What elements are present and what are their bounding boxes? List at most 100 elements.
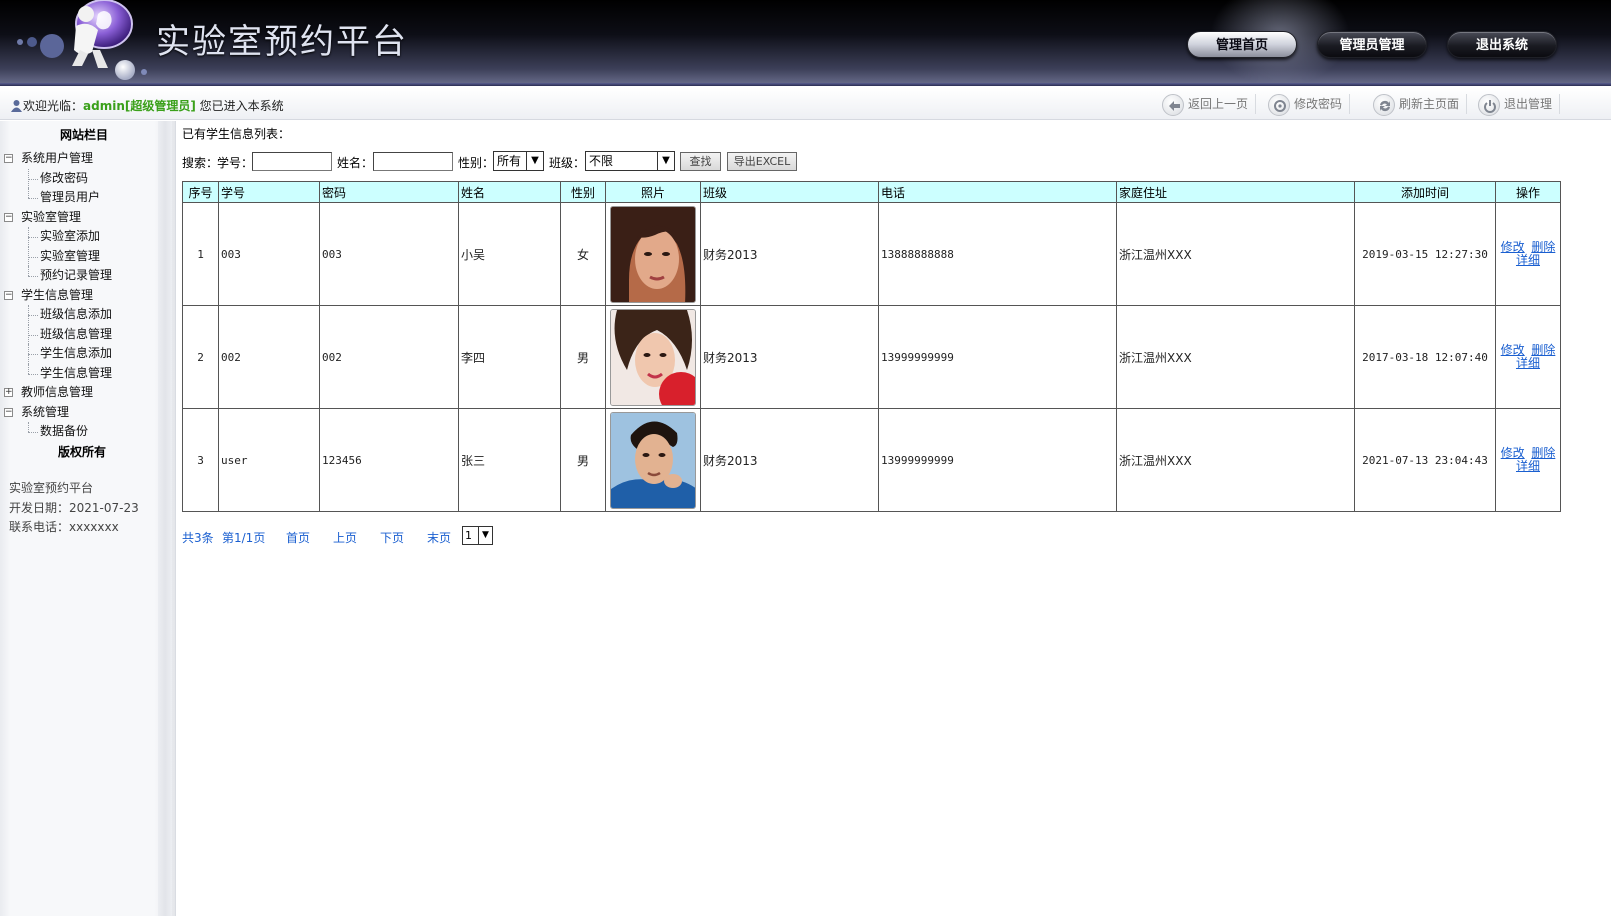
tree-item-admin-users[interactable]: 管理员用户 [4, 188, 112, 208]
expand-icon[interactable]: + [4, 388, 13, 397]
sidebar-splitter[interactable] [158, 121, 172, 916]
cell-name: 小吴 [458, 202, 561, 306]
welcome-prefix: 欢迎光临： [23, 99, 84, 113]
nav-admin-manage-button[interactable]: 管理员管理 [1317, 31, 1427, 58]
cell-phone: 13999999999 [878, 408, 1117, 512]
tree-item-lab-add[interactable]: 实验室添加 [4, 227, 112, 247]
cell-photo [605, 202, 701, 306]
nav-home-button[interactable]: 管理首页 [1187, 31, 1297, 58]
cell-photo [605, 408, 701, 512]
tree-group-system-users[interactable]: − 系统用户管理 [4, 149, 112, 169]
refresh-icon [1373, 93, 1395, 116]
collapse-icon[interactable]: − [4, 407, 13, 417]
sidebar: 网站栏目 − 系统用户管理 修改密码 管理员用户 − 实验室管理 实验室添加 实验室… [0, 121, 176, 916]
col-header-address: 家庭住址 [1116, 181, 1355, 203]
list-title: 已有学生信息列表： [182, 127, 291, 141]
student-no-label: 学号： [217, 156, 254, 170]
power-icon [1478, 93, 1500, 116]
tree-item-student-manage[interactable]: 学生信息管理 [4, 363, 112, 384]
cell-index: 2 [182, 305, 219, 409]
cell-address: 浙江温州XXX [1116, 202, 1355, 306]
app-logo [17, 0, 147, 80]
welcome-suffix: 您已进入本系统 [195, 99, 284, 113]
nav-logout-button[interactable]: 退出系统 [1447, 31, 1557, 58]
pager-last-link[interactable]: 末页 [427, 529, 451, 546]
cell-password: 123456 [319, 408, 459, 512]
tree-item-data-backup[interactable]: 数据备份 [4, 422, 112, 442]
col-header-gender: 性别 [560, 181, 606, 203]
pager-prev-link[interactable]: 上页 [333, 529, 357, 546]
cell-actions: 修改 删除 详细 [1495, 202, 1561, 306]
nav-tree: − 系统用户管理 修改密码 管理员用户 − 实验室管理 实验室添加 实验室管理 预约… [4, 149, 112, 442]
student-no-input[interactable] [252, 152, 332, 171]
cell-name: 张三 [458, 408, 561, 512]
change-password-label: 修改密码 [1294, 97, 1343, 111]
col-header-class: 班级 [700, 181, 879, 203]
edit-link[interactable]: 修改 [1501, 343, 1525, 357]
tree-item-change-password[interactable]: 修改密码 [4, 168, 112, 188]
header-divider [0, 83, 1611, 86]
header-banner: 实验室预约平台 管理首页 管理员管理 退出系统 [0, 0, 1611, 86]
current-user: admin[超级管理员] [83, 99, 196, 113]
col-header-added-time: 添加时间 [1354, 181, 1496, 203]
pager-next-link[interactable]: 下页 [380, 529, 404, 546]
sidebar-title: 网站栏目 [59, 128, 108, 142]
detail-link[interactable]: 详细 [1516, 459, 1540, 473]
refresh-main-button[interactable]: 刷新主页面 [1373, 92, 1468, 116]
gender-select[interactable]: 所有 ▼ [493, 151, 544, 171]
cell-added-time: 2021-07-13 23:04:43 [1354, 408, 1496, 512]
cell-student-no: 002 [218, 305, 320, 409]
student-photo [610, 308, 696, 406]
cell-photo [605, 305, 701, 409]
chevron-down-icon: ▼ [657, 152, 674, 170]
back-button[interactable]: 返回上一页 [1162, 92, 1257, 116]
site-info: 实验室预约平台 开发日期：2021-07-23 联系电话：xxxxxxx [9, 479, 139, 538]
collapse-icon[interactable]: − [4, 290, 13, 300]
delete-link[interactable]: 删除 [1531, 240, 1555, 254]
pager-current: 第1/1页 [222, 531, 266, 545]
col-header-phone: 电话 [878, 181, 1117, 203]
chevron-down-icon: ▼ [478, 527, 492, 544]
cell-password: 002 [319, 305, 459, 409]
cell-gender: 男 [560, 305, 606, 409]
edit-link[interactable]: 修改 [1501, 446, 1525, 460]
cell-added-time: 2019-03-15 12:27:30 [1354, 202, 1496, 306]
collapse-icon[interactable]: − [4, 212, 13, 222]
export-excel-button[interactable]: 导出EXCEL [727, 152, 797, 171]
class-select[interactable]: 不限 ▼ [585, 151, 675, 171]
exit-admin-button[interactable]: 退出管理 [1478, 92, 1561, 116]
pager-first-link[interactable]: 首页 [286, 529, 310, 546]
delete-link[interactable]: 删除 [1531, 343, 1555, 357]
tree-item-student-add[interactable]: 学生信息添加 [4, 344, 112, 364]
col-header-student-no: 学号 [218, 181, 320, 203]
table-header-row: 序号 学号 密码 姓名 性别 照片 班级 电话 家庭住址 添加时间 操作 [182, 181, 1561, 203]
cell-added-time: 2017-03-18 12:07:40 [1354, 305, 1496, 409]
edit-link[interactable]: 修改 [1501, 240, 1525, 254]
table-row: 3 user 123456 张三 男 财务2013 13999999999 浙江… [182, 408, 1561, 512]
search-button[interactable]: 查找 [680, 152, 721, 171]
detail-link[interactable]: 详细 [1516, 253, 1540, 267]
cell-student-no: 003 [218, 202, 320, 306]
cell-gender: 女 [560, 202, 606, 306]
detail-link[interactable]: 详细 [1516, 356, 1540, 370]
col-header-photo: 照片 [605, 181, 701, 203]
change-password-button[interactable]: 修改密码 [1268, 92, 1351, 116]
site-info-name: 实验室预约平台 [9, 481, 94, 495]
tree-group-student-info[interactable]: − 学生信息管理 [4, 286, 112, 306]
delete-link[interactable]: 删除 [1531, 446, 1555, 460]
back-arrow-icon [1162, 93, 1184, 116]
tree-item-class-add[interactable]: 班级信息添加 [4, 305, 112, 325]
user-icon [11, 100, 22, 112]
collapse-icon[interactable]: − [4, 154, 13, 163]
name-input[interactable] [373, 152, 453, 171]
tree-item-booking-records[interactable]: 预约记录管理 [4, 266, 112, 286]
tree-item-lab-manage[interactable]: 实验室管理 [4, 246, 112, 266]
col-header-name: 姓名 [458, 181, 561, 203]
student-photo [610, 205, 696, 303]
tree-group-system-manage[interactable]: − 系统管理 [4, 403, 112, 423]
cell-actions: 修改 删除 详细 [1495, 408, 1561, 512]
tree-group-teacher-info[interactable]: + 教师信息管理 [4, 383, 112, 403]
tree-item-class-manage[interactable]: 班级信息管理 [4, 324, 112, 344]
tree-group-lab-manage[interactable]: − 实验室管理 [4, 208, 112, 228]
page-select[interactable]: 1 ▼ [462, 526, 493, 545]
